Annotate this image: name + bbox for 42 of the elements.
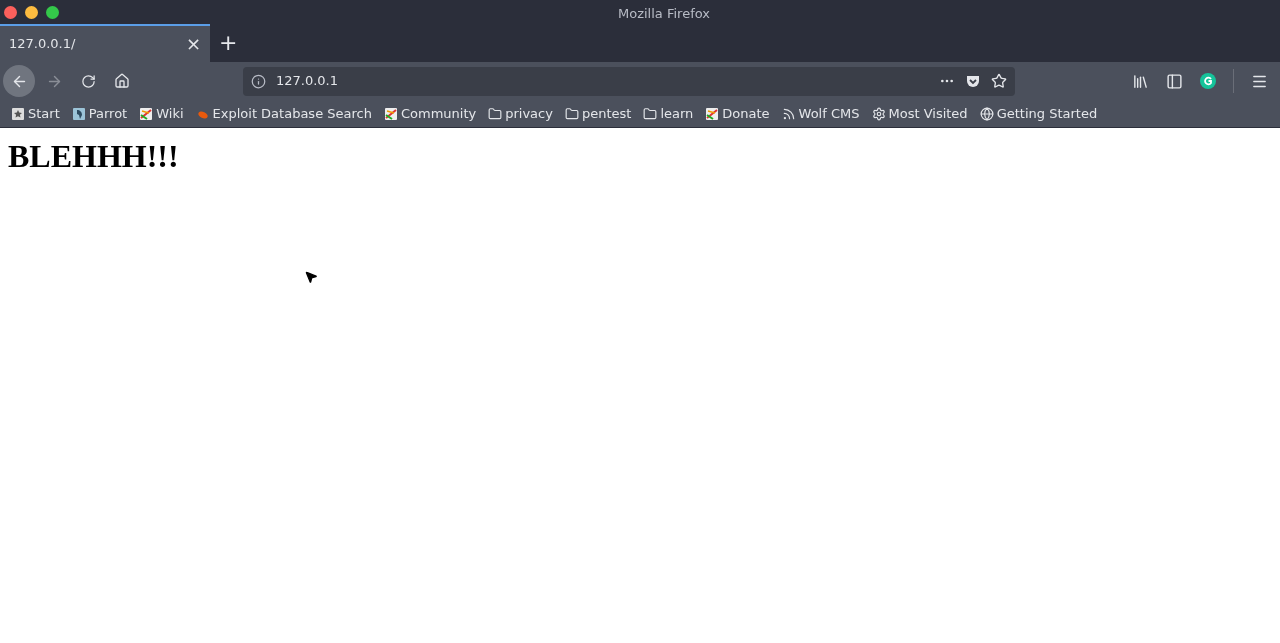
bookmark-item[interactable]: Exploit Database Search [195,103,372,124]
info-icon [251,73,266,89]
close-window-button[interactable] [4,5,17,19]
bookmark-item[interactable]: privacy [488,103,553,124]
bookmark-item[interactable]: pentest [564,103,632,124]
bookmark-star-icon[interactable] [991,73,1007,89]
gear-icon [871,106,886,121]
new-tab-button[interactable]: + [219,32,238,54]
address-bar[interactable]: 127.0.0.1 [243,66,1015,96]
bookmark-item[interactable]: Parrot [71,103,128,124]
bookmark-item[interactable]: Getting Started [979,103,1098,124]
bookmark-item[interactable]: Wolf CMS [781,103,860,124]
bookmark-item[interactable]: learn [643,103,694,124]
mouse-cursor-icon [304,270,318,284]
folder-icon [564,106,579,121]
home-icon [114,73,130,89]
reload-icon [80,73,96,89]
window-title: Mozilla Firefox [618,5,710,23]
maximize-button[interactable] [46,5,59,19]
folder-icon [488,106,503,121]
sidebar-icon[interactable] [1166,72,1183,90]
bookmark-item[interactable]: Start [11,103,60,124]
extension-icon[interactable] [1200,73,1216,89]
colorful-page-icon [705,106,720,121]
globe-icon [979,106,994,121]
bookmark-item[interactable]: Donate [705,103,770,124]
bookmark-item[interactable]: Most Visited [871,103,968,124]
bookmark-item[interactable]: Wiki [139,103,184,124]
library-icon[interactable] [1132,72,1149,90]
pocket-icon[interactable] [965,73,981,89]
minimize-button[interactable] [25,5,38,19]
bookmark-item[interactable]: Community [383,103,477,124]
colorful-page-icon [139,106,154,121]
close-tab-button[interactable]: × [185,35,201,53]
browser-tab[interactable]: 127.0.0.1/ × [0,24,210,62]
feed-icon [781,106,796,121]
bird-icon [71,106,86,121]
back-button[interactable] [3,65,35,97]
page-icon [11,106,25,121]
colorful-page-icon [383,106,398,121]
page-heading: BLEHHH!!! [8,140,179,172]
folder-icon [643,106,658,121]
